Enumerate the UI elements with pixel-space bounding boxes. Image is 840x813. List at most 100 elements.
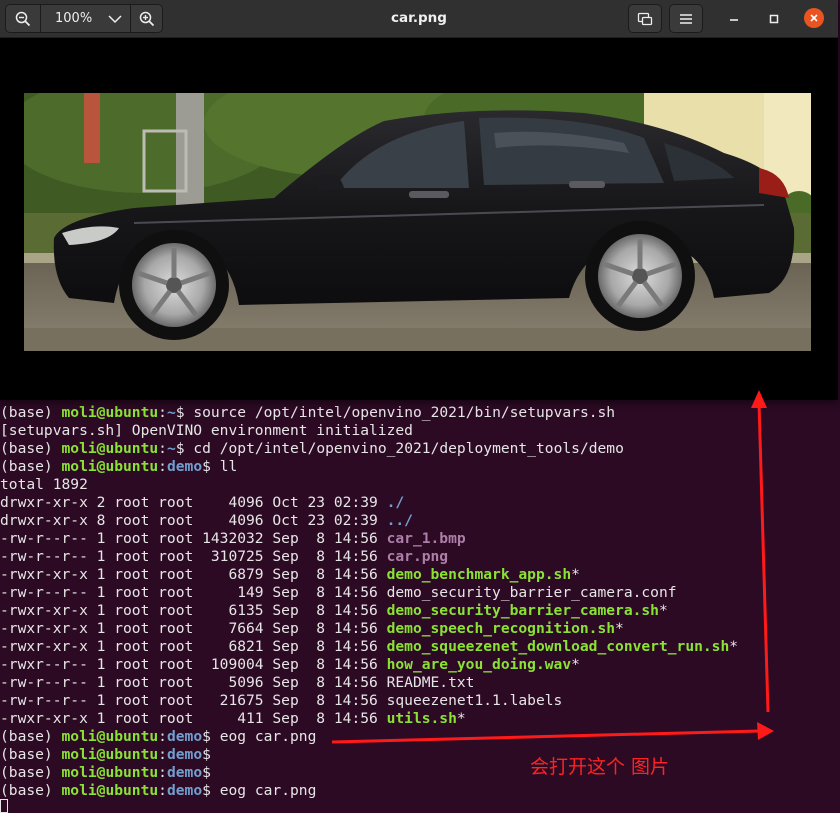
prompt-user-host: moli@ubuntu [61, 746, 159, 763]
file-metadata: -rw-r--r-- 1 root root 1432032 Sep 8 14:… [0, 530, 387, 547]
terminal-line: -rwxr-xr-x 1 root root 7664 Sep 8 14:56 … [0, 620, 738, 638]
file-name: ./ [386, 494, 405, 511]
prompt-path: ~ [166, 440, 176, 457]
terminal-line: drwxr-xr-x 8 root root 4096 Oct 23 02:39… [0, 512, 738, 530]
menu-button[interactable] [669, 4, 703, 33]
terminal-line: -rw-r--r-- 1 root root 1432032 Sep 8 14:… [0, 530, 738, 548]
close-icon [810, 14, 818, 22]
gallery-button[interactable] [628, 4, 662, 33]
terminal-line: (base) moli@ubuntu:~$ cd /opt/intel/open… [0, 440, 738, 458]
output-text: [setupvars.sh] OpenVINO environment init… [0, 422, 413, 439]
terminal-line: (base) moli@ubuntu:demo$ eog car.png [0, 728, 738, 746]
file-name: how_are_you_doing.wav [386, 656, 572, 673]
terminal-line: -rw-r--r-- 1 root root 21675 Sep 8 14:56… [0, 692, 738, 710]
terminal-line: (base) moli@ubuntu:demo$ ll [0, 458, 738, 476]
prompt-path: ~ [166, 404, 176, 421]
zoom-level-value: 100% [55, 11, 93, 26]
command-text: ll [210, 458, 238, 475]
terminal-line: -rw-r--r-- 1 root root 149 Sep 8 14:56 d… [0, 584, 738, 602]
file-suffix: * [729, 638, 739, 655]
maximize-button[interactable] [764, 9, 784, 29]
prompt-user-host: moli@ubuntu [61, 458, 159, 475]
terminal-line: [setupvars.sh] OpenVINO environment init… [0, 422, 738, 440]
terminal-line: -rwxr-xr-x 1 root root 6821 Sep 8 14:56 … [0, 638, 738, 656]
prompt-prefix: (base) [0, 458, 62, 475]
prompt-colon: : [158, 440, 167, 457]
file-metadata: -rwxr-xr-x 1 root root 6879 Sep 8 14:56 [0, 566, 387, 583]
output-text: total 1892 [0, 476, 88, 493]
prompt-prefix: (base) [0, 746, 62, 763]
prompt-dollar: $ [202, 764, 211, 781]
zoom-control-group: 100% [5, 4, 163, 33]
zoom-out-button[interactable] [6, 5, 41, 32]
terminal-line: drwxr-xr-x 2 root root 4096 Oct 23 02:39… [0, 494, 738, 512]
minimize-button[interactable] [724, 9, 744, 29]
prompt-path: demo [166, 746, 203, 763]
file-metadata: -rw-r--r-- 1 root root 149 Sep 8 14:56 [0, 584, 387, 601]
prompt-dollar: $ [175, 404, 185, 421]
file-metadata: -rwxr-xr-x 1 root root 6135 Sep 8 14:56 [0, 602, 387, 619]
file-metadata: -rw-r--r-- 1 root root 5096 Sep 8 14:56 [0, 674, 387, 691]
file-name: demo_speech_recognition.sh [386, 620, 616, 637]
prompt-colon: : [158, 458, 167, 475]
prompt-user-host: moli@ubuntu [61, 404, 159, 421]
file-metadata: -rwxr-xr-x 1 root root 6821 Sep 8 14:56 [0, 638, 387, 655]
file-name: demo_squeezenet_download_convert_run.sh [386, 638, 730, 655]
terminal-line: (base) moli@ubuntu:demo$ eog car.png [0, 782, 738, 800]
prompt-path: demo [166, 764, 203, 781]
zoom-in-button[interactable] [130, 5, 163, 32]
terminal-line: -rwxr-xr-x 1 root root 411 Sep 8 14:56 u… [0, 710, 738, 728]
terminal-line: -rw-r--r-- 1 root root 310725 Sep 8 14:5… [0, 548, 738, 566]
gallery-icon [637, 12, 653, 25]
prompt-dollar: $ [175, 440, 185, 457]
terminal-line: -rw-r--r-- 1 root root 5096 Sep 8 14:56 … [0, 674, 738, 692]
viewer-headerbar: 100% car.png [0, 0, 838, 38]
file-metadata: -rwxr-xr-x 1 root root 411 Sep 8 14:56 [0, 710, 387, 727]
prompt-prefix: (base) [0, 440, 62, 457]
file-suffix: * [456, 710, 466, 727]
prompt-dollar: $ [202, 728, 211, 745]
command-text: source /opt/intel/openvino_2021/bin/setu… [184, 404, 616, 421]
command-text: cd /opt/intel/openvino_2021/deployment_t… [184, 440, 624, 457]
terminal-line: -rwxr-xr-x 1 root root 6135 Sep 8 14:56 … [0, 602, 738, 620]
prompt-dollar: $ [202, 458, 211, 475]
minimize-icon [730, 19, 738, 21]
prompt-path: demo [166, 458, 203, 475]
zoom-in-icon [139, 11, 155, 26]
file-metadata: -rwxr-xr-x 1 root root 7664 Sep 8 14:56 [0, 620, 387, 637]
file-suffix: * [658, 602, 668, 619]
image-viewer-window[interactable]: 100% car.png [0, 0, 838, 400]
file-name: demo_security_barrier_camera.conf [386, 584, 677, 601]
file-name: ../ [386, 512, 413, 529]
prompt-user-host: moli@ubuntu [61, 782, 159, 799]
command-text: eog car.png [210, 782, 317, 799]
prompt-colon: : [158, 746, 167, 763]
terminal-line: (base) moli@ubuntu:~$ source /opt/intel/… [0, 404, 738, 422]
file-name: README.txt [386, 674, 475, 691]
file-metadata: -rwxr--r-- 1 root root 109004 Sep 8 14:5… [0, 656, 387, 673]
terminal-line: -rwxr--r-- 1 root root 109004 Sep 8 14:5… [0, 656, 738, 674]
file-suffix: * [571, 566, 580, 583]
terminal-output: (base) moli@ubuntu:~$ source /opt/intel/… [0, 404, 738, 800]
prompt-prefix: (base) [0, 764, 62, 781]
terminal-line: -rwxr-xr-x 1 root root 6879 Sep 8 14:56 … [0, 566, 738, 584]
prompt-user-host: moli@ubuntu [61, 440, 159, 457]
zoom-level-dropdown[interactable]: 100% [41, 5, 129, 32]
prompt-dollar: $ [202, 782, 211, 799]
image-canvas[interactable] [0, 38, 838, 400]
prompt-colon: : [158, 764, 167, 781]
chevron-down-icon [108, 15, 122, 24]
annotation-label: 会打开这个 图片 [530, 756, 670, 778]
file-metadata: drwxr-xr-x 8 root root 4096 Oct 23 02:39 [0, 512, 387, 529]
prompt-prefix: (base) [0, 404, 62, 421]
file-name: demo_benchmark_app.sh [386, 566, 572, 583]
prompt-colon: : [158, 782, 167, 799]
file-suffix: * [571, 656, 580, 673]
prompt-user-host: moli@ubuntu [61, 728, 159, 745]
file-metadata: drwxr-xr-x 2 root root 4096 Oct 23 02:39 [0, 494, 387, 511]
close-button[interactable] [804, 8, 824, 28]
file-metadata: -rw-r--r-- 1 root root 21675 Sep 8 14:56 [0, 692, 387, 709]
prompt-prefix: (base) [0, 728, 62, 745]
file-suffix: * [615, 620, 624, 637]
file-name: car.png [386, 548, 449, 565]
